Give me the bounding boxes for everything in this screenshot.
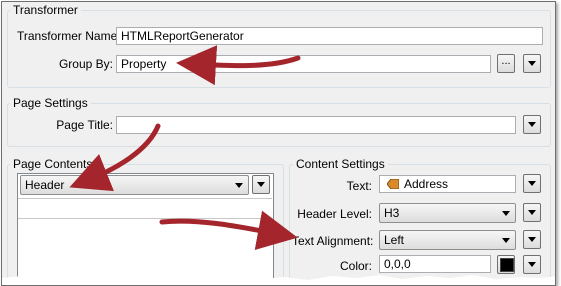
header-level-menu-button[interactable] bbox=[523, 203, 541, 222]
list-divider bbox=[18, 218, 272, 219]
text-menu-button[interactable] bbox=[523, 174, 541, 193]
page-contents-menu-button[interactable] bbox=[252, 175, 270, 194]
color-swatch bbox=[500, 258, 514, 272]
page-title-menu-button[interactable] bbox=[523, 115, 541, 134]
group-by-menu-button[interactable] bbox=[523, 54, 541, 73]
chevron-down-icon bbox=[502, 211, 510, 216]
text-field[interactable]: Address bbox=[379, 175, 516, 193]
page-contents-selected-label: Header bbox=[25, 178, 65, 192]
page-contents-group-title: Page Contents bbox=[10, 157, 96, 171]
color-field[interactable]: 0,0,0 bbox=[379, 255, 491, 273]
group-by-label: Group By: bbox=[58, 57, 113, 71]
transformer-dialog: Transformer Transformer Name: HTMLReport… bbox=[1, 1, 556, 286]
group-by-ellipsis-button[interactable]: ... bbox=[497, 54, 515, 73]
attribute-tag-icon bbox=[387, 179, 399, 189]
chevron-down-icon bbox=[257, 182, 265, 187]
text-field-value: Address bbox=[404, 177, 449, 191]
text-alignment-label: Text Alignment: bbox=[292, 234, 374, 248]
chevron-down-icon bbox=[528, 237, 536, 242]
list-divider bbox=[18, 198, 272, 199]
header-level-select[interactable]: H3 bbox=[379, 203, 516, 223]
group-by-field[interactable]: Property bbox=[116, 55, 491, 73]
text-alignment-value: Left bbox=[384, 233, 405, 247]
page-settings-group-title: Page Settings bbox=[10, 96, 91, 110]
chevron-down-icon bbox=[528, 61, 536, 66]
chevron-down-icon bbox=[528, 262, 536, 267]
transformer-name-label: Transformer Name: bbox=[17, 29, 121, 43]
text-alignment-menu-button[interactable] bbox=[523, 230, 541, 249]
header-level-value: H3 bbox=[384, 206, 400, 220]
chevron-down-icon bbox=[502, 238, 510, 243]
transformer-group bbox=[7, 10, 551, 88]
chevron-down-icon bbox=[235, 183, 243, 188]
page-contents-select[interactable]: Header bbox=[20, 175, 249, 195]
header-level-label: Header Level: bbox=[297, 207, 372, 221]
chevron-down-icon bbox=[528, 210, 536, 215]
page-title-field[interactable] bbox=[116, 116, 516, 134]
torn-edge bbox=[2, 275, 555, 285]
content-settings-group-title: Content Settings bbox=[293, 157, 388, 171]
text-label: Text: bbox=[346, 179, 372, 193]
page-title-label: Page Title: bbox=[56, 118, 113, 132]
chevron-down-icon bbox=[528, 122, 536, 127]
ellipsis-label: ... bbox=[501, 55, 511, 67]
transformer-group-title: Transformer bbox=[10, 3, 81, 17]
text-alignment-select[interactable]: Left bbox=[379, 230, 516, 250]
transformer-name-field[interactable]: HTMLReportGenerator bbox=[116, 27, 543, 45]
chevron-down-icon bbox=[528, 181, 536, 186]
